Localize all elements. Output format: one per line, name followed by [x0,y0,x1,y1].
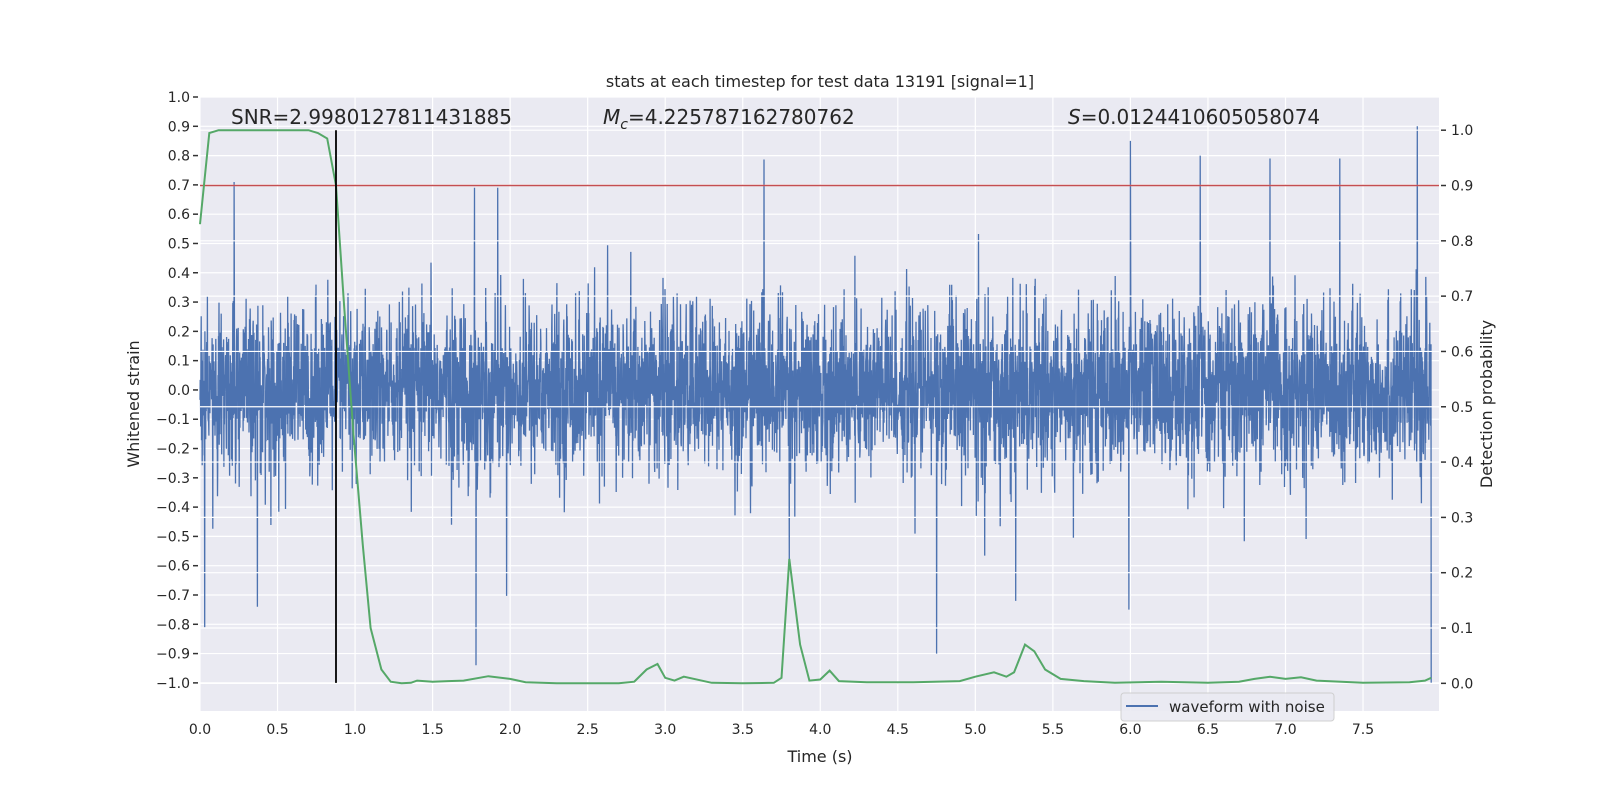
tick-label-right: 0.1 [1451,621,1473,637]
tick-label-right: 0.0 [1451,676,1473,692]
tick-label-right: 0.7 [1451,289,1473,305]
right-axis-label: Detection probability [1477,320,1496,488]
tick-label-x: 6.5 [1197,722,1219,738]
tick-label-left: 0.0 [168,383,190,399]
tick-label-x: 4.5 [887,722,909,738]
tick-label-left: 0.1 [168,354,190,370]
legend-label-waveform: waveform with noise [1169,698,1325,716]
tick-label-x: 6.0 [1119,722,1141,738]
tick-label-right: 0.5 [1451,400,1473,416]
tick-label-left: −0.3 [156,471,190,487]
tick-label-left: −1.0 [156,676,190,692]
tick-label-left: −0.9 [156,647,190,663]
tick-label-x: 7.5 [1352,722,1374,738]
left-axis-label: Whitened strain [124,340,143,467]
s-value: =0.0124410605058074 [1081,105,1320,129]
tick-label-right: 0.3 [1451,510,1473,526]
left-axis-ticks: 1.0 0.9 0.8 0.7 0.6 0.5 0.4 0.3 0.2 0.1 0.0 −0.1 −0.… [156,90,198,692]
tick-label-left: 0.2 [168,324,190,340]
tick-label-x: 2.0 [499,722,521,738]
x-axis-ticks: 0.0 0.5 1.0 1.5 2.0 2.5 3.0 3.5 4.0 4.5 5.0 5.5 6.0 6… [189,722,1374,738]
figure: 0.0 0.5 1.0 1.5 2.0 2.5 3.0 3.5 4.0 4.5 5.0 5.5 6.0 6… [0,0,1600,800]
tick-label-right: 0.9 [1451,179,1473,195]
tick-label-left: 0.8 [168,149,190,165]
tick-label-x: 7.0 [1274,722,1296,738]
tick-label-left: 0.6 [168,207,190,223]
tick-label-x: 1.0 [344,722,366,738]
tick-label-x: 3.0 [654,722,676,738]
tick-label-x: 1.5 [421,722,443,738]
tick-label-left: −0.5 [156,529,190,545]
tick-label-x: 3.5 [732,722,754,738]
chart-svg: 0.0 0.5 1.0 1.5 2.0 2.5 3.0 3.5 4.0 4.5 5.0 5.5 6.0 6… [124,72,1496,766]
mc-symbol: M [603,105,620,129]
legend: waveform with noise [1120,692,1335,722]
tick-label-left: −0.7 [156,588,190,604]
tick-label-left: 0.4 [168,266,190,282]
mc-value: =4.225787162780762 [628,105,855,129]
tick-label-x: 2.5 [577,722,599,738]
tick-label-left: 0.5 [168,236,190,252]
tick-label-left: −0.8 [156,617,190,633]
tick-label-left: −0.1 [156,412,190,428]
tick-label-right: 0.4 [1451,455,1473,471]
right-axis-ticks: 1.0 0.9 0.8 0.7 0.6 0.5 0.4 0.3 0.2 0.1 0.0 [1441,123,1473,692]
s-annotation: S=0.0124410605058074 [1068,105,1320,129]
chirp-mass-annotation: Mc=4.225787162780762 [603,105,855,133]
tick-label-left: 0.3 [168,295,190,311]
tick-label-left: −0.2 [156,442,190,458]
tick-label-x: 0.5 [266,722,288,738]
tick-label-left: 1.0 [168,90,190,106]
tick-label-right: 0.6 [1451,344,1473,360]
tick-label-left: −0.4 [156,500,190,516]
tick-label-left: −0.6 [156,559,190,575]
s-symbol: S [1068,105,1081,129]
x-axis-label: Time (s) [786,747,852,766]
snr-annotation: SNR=2.9980127811431885 [231,105,512,129]
tick-label-x: 5.0 [964,722,986,738]
tick-label-x: 5.5 [1042,722,1064,738]
chart-title: stats at each timestep for test data 131… [606,72,1034,91]
tick-label-right: 1.0 [1451,123,1473,139]
tick-label-left: 0.7 [168,178,190,194]
tick-label-left: 0.9 [168,119,190,135]
tick-label-x: 0.0 [189,722,211,738]
tick-label-right: 0.2 [1451,566,1473,582]
tick-label-x: 4.0 [809,722,831,738]
tick-label-right: 0.8 [1451,234,1473,250]
